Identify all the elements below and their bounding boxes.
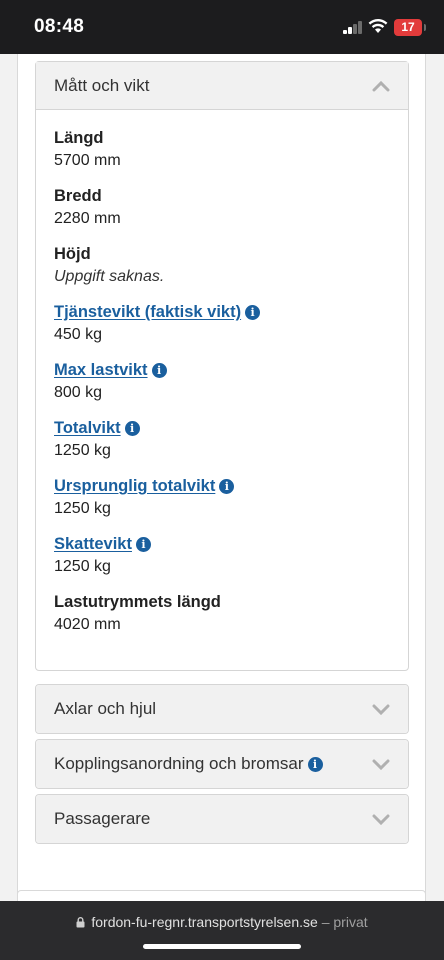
- battery-icon: 17: [394, 19, 426, 36]
- panel-header-matt-och-vikt[interactable]: Mått och vikt: [36, 62, 408, 110]
- panel-kopplingsanordning: Kopplingsanordning och bromsar i: [35, 739, 409, 789]
- field-label-text: Längd: [54, 129, 104, 147]
- info-icon[interactable]: i: [219, 479, 235, 494]
- home-indicator[interactable]: [143, 944, 301, 949]
- field-row: Max lastvikt i 800 kg: [54, 360, 390, 405]
- panel-title: Kopplingsanordning och bromsar: [54, 754, 304, 773]
- chevron-down-icon[interactable]: [372, 758, 390, 770]
- field-row: Skattevikt i 1250 kg: [54, 534, 390, 579]
- field-row: Bredd 2280 mm: [54, 186, 390, 231]
- panel-header-passagerare[interactable]: Passagerare: [36, 795, 408, 843]
- field-label: Skattevikt i: [54, 534, 390, 555]
- chevron-down-icon[interactable]: [372, 703, 390, 715]
- info-icon[interactable]: i: [124, 421, 140, 436]
- field-value: Uppgift saknas.: [54, 268, 165, 285]
- wifi-icon: [368, 18, 388, 33]
- field-label-text: Bredd: [54, 187, 102, 205]
- field-label: Längd: [54, 128, 390, 149]
- cellular-signal-icon: [343, 20, 363, 34]
- field-label-link[interactable]: Tjänstevikt (faktisk vikt): [54, 302, 241, 323]
- chevron-down-icon[interactable]: [372, 813, 390, 825]
- field-label-link[interactable]: Ursprunglig totalvikt: [54, 476, 215, 497]
- field-value: 5700 mm: [54, 152, 121, 169]
- panel-title: Mått och vikt: [54, 75, 150, 95]
- field-value: 1250 kg: [54, 500, 111, 517]
- field-value: 2280 mm: [54, 210, 121, 227]
- field-label: Max lastvikt i: [54, 360, 390, 381]
- page-content: Mått och vikt Längd 5700 mm Bredd 2280 mm Hö…: [0, 54, 444, 901]
- panel-matt-och-vikt: Mått och vikt Längd 5700 mm Bredd 2280 mm Hö…: [35, 61, 409, 671]
- field-value: 4020 mm: [54, 616, 121, 633]
- panel-axlar-och-hjul: Axlar och hjul: [35, 684, 409, 734]
- info-icon[interactable]: i: [151, 363, 167, 378]
- panel-title: Axlar och hjul: [54, 699, 157, 718]
- field-row: Längd 5700 mm: [54, 128, 390, 173]
- field-label: Tjänstevikt (faktisk vikt) i: [54, 302, 390, 323]
- field-value: 1250 kg: [54, 442, 111, 459]
- field-label: Bredd: [54, 186, 390, 207]
- next-card: [17, 890, 426, 901]
- field-label: Lastutrymmets längd: [54, 592, 390, 613]
- field-label: Höjd: [54, 244, 390, 265]
- field-label-text: Höjd: [54, 245, 91, 263]
- field-value: 450 kg: [54, 326, 103, 343]
- field-row: Tjänstevikt (faktisk vikt) i 450 kg: [54, 302, 390, 347]
- info-icon[interactable]: i: [307, 756, 323, 772]
- field-row: Lastutrymmets längd 4020 mm: [54, 592, 390, 637]
- field-label-link[interactable]: Max lastvikt: [54, 360, 148, 381]
- panel-header-kopplingsanordning[interactable]: Kopplingsanordning och bromsar i: [36, 740, 408, 788]
- field-row: Totalvikt i 1250 kg: [54, 418, 390, 463]
- panel-body-matt-och-vikt: Längd 5700 mm Bredd 2280 mm Höjd Uppgift sakn…: [36, 110, 408, 670]
- field-value: 800 kg: [54, 384, 103, 401]
- panel-header-axlar-och-hjul[interactable]: Axlar och hjul: [36, 685, 408, 733]
- browser-address-bar[interactable]: fordon-fu-regnr.transportstyrelsen.se – …: [0, 901, 444, 960]
- info-icon[interactable]: i: [135, 537, 151, 552]
- panel-passagerare: Passagerare: [35, 794, 409, 844]
- lock-icon: [76, 917, 85, 928]
- url-separator: –: [321, 914, 330, 930]
- field-label-text: Lastutrymmets längd: [54, 593, 221, 611]
- private-mode-label: privat: [333, 914, 368, 930]
- field-label-link[interactable]: Totalvikt: [54, 418, 121, 439]
- chevron-up-icon[interactable]: [372, 80, 390, 92]
- field-label-link[interactable]: Skattevikt: [54, 534, 132, 555]
- url-text: fordon-fu-regnr.transportstyrelsen.se: [91, 914, 318, 930]
- field-row: Ursprunglig totalvikt i 1250 kg: [54, 476, 390, 521]
- info-icon[interactable]: i: [245, 305, 261, 320]
- status-bar: 08:48 17: [0, 0, 444, 54]
- panel-title: Passagerare: [54, 809, 151, 828]
- field-value: 1250 kg: [54, 558, 111, 575]
- field-row: Höjd Uppgift saknas.: [54, 244, 390, 289]
- clock: 08:48: [34, 16, 85, 37]
- url-row[interactable]: fordon-fu-regnr.transportstyrelsen.se – …: [0, 914, 444, 930]
- field-label: Ursprunglig totalvikt i: [54, 476, 390, 497]
- field-label: Totalvikt i: [54, 418, 390, 439]
